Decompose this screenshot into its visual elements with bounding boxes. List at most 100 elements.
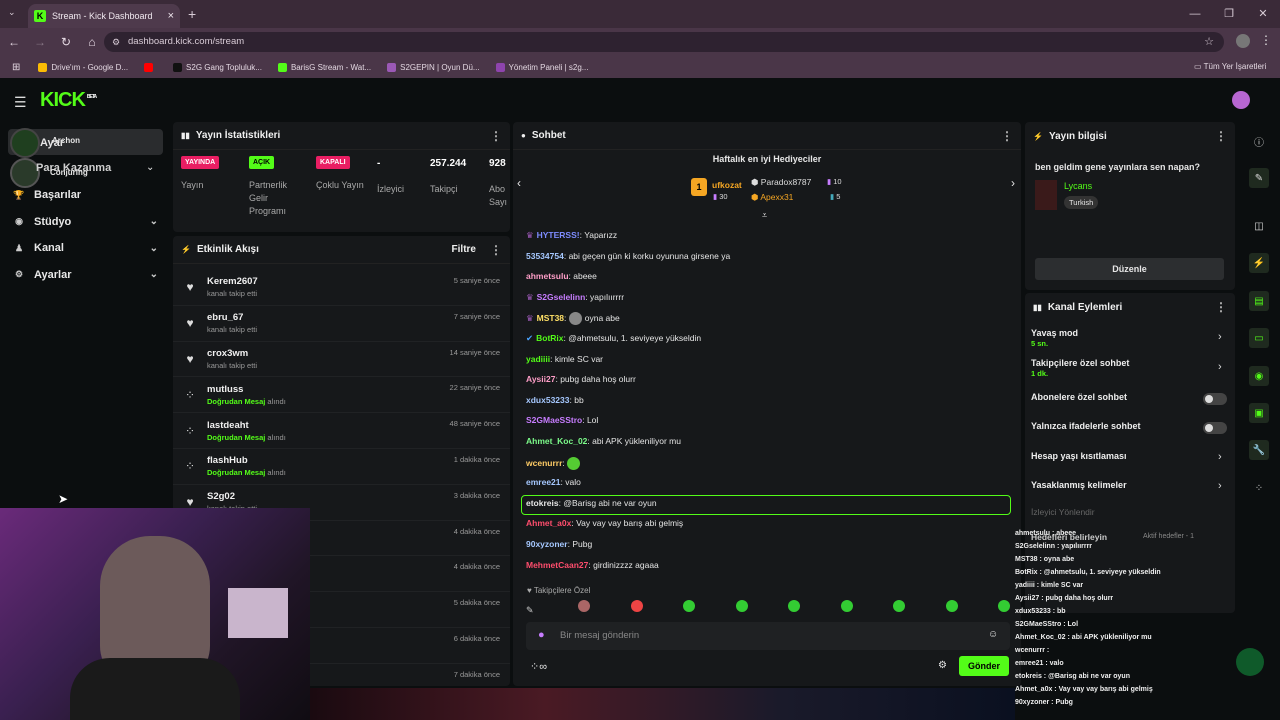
url-field[interactable]: ⚙ dashboard.kick.com/stream ☆ [104, 32, 1224, 52]
send-button[interactable]: Gönder [959, 656, 1009, 676]
filter-button[interactable]: Filtre [452, 244, 476, 255]
emote-icon[interactable] [630, 600, 643, 612]
more-icon[interactable]: ⋮ [1001, 129, 1013, 143]
menu-icon[interactable]: ☰ [14, 94, 27, 111]
sidebar-item-ayarlar[interactable]: ⚙ Ayarlar ⌄ [8, 262, 166, 289]
emote-icon[interactable] [893, 600, 906, 612]
sidebar-item-başarılar[interactable]: 🏆 Başarılar [8, 182, 166, 209]
new-tab-icon[interactable]: + [188, 6, 196, 22]
back-icon[interactable]: ← [2, 35, 26, 49]
bookmark-item[interactable]: BarisG Stream - Wat... [277, 62, 371, 72]
chat-username[interactable]: 90xyzoner [526, 539, 568, 549]
info-icon[interactable]: ⓘ [1249, 131, 1269, 151]
wrench-icon[interactable]: 🔧 [1249, 440, 1269, 460]
chat-username[interactable]: xdux53233 [526, 395, 569, 405]
mic-icon[interactable]: ● [538, 629, 545, 641]
event-user[interactable]: ebru_67 [207, 312, 257, 323]
event-user[interactable]: S2g02 [207, 491, 257, 502]
bookmark-star-icon[interactable]: ☆ [1204, 32, 1214, 52]
more-icon[interactable]: ⋮ [490, 129, 502, 143]
event-user[interactable]: mutluss [207, 384, 286, 395]
action-row[interactable]: Yasaklanmış kelimeler [1031, 480, 1127, 490]
edit-icon[interactable]: ✎ [1249, 168, 1269, 188]
sidebar-item-kanal[interactable]: ♟ Kanal ⌄ [8, 235, 166, 262]
forward-icon[interactable]: → [28, 35, 52, 49]
chat-input[interactable]: ● Bir mesaj gönderin ☺ [526, 622, 1010, 650]
chat-username[interactable]: Ahmet_Koc_02 [526, 436, 587, 446]
chevron-right-icon[interactable]: › [1218, 361, 1222, 373]
emote-icon[interactable] [840, 600, 853, 612]
chat-username[interactable]: yadiiii [526, 354, 550, 364]
chat-icon[interactable]: ▭ [1249, 328, 1269, 348]
chevron-down-icon[interactable]: ⌄ [146, 162, 154, 173]
tab-close-icon[interactable]: × [168, 10, 174, 22]
action-row[interactable]: Abonelere özel sohbet [1031, 392, 1127, 402]
chat-username[interactable]: ahmetsulu [526, 271, 569, 281]
more-icon[interactable]: ⋮ [490, 243, 502, 257]
action-row[interactable]: Yalnızca ifadelerle sohbet [1031, 421, 1141, 431]
chevron-down-icon[interactable]: ⌄ [150, 269, 158, 280]
apps-grid-icon[interactable]: ⊞ [12, 62, 20, 73]
emote-icon[interactable] [945, 600, 958, 612]
bookmark-item[interactable]: Yönetim Paneli | s2g... [495, 62, 588, 72]
event-user[interactable]: lastdeaht [207, 420, 286, 431]
home-icon[interactable]: ⌂ [80, 35, 104, 49]
bookmark-item[interactable]: Drive'ım - Google D... [38, 62, 128, 72]
emote-icon[interactable] [788, 600, 801, 612]
chevron-right-icon[interactable]: › [1011, 176, 1015, 190]
site-info-icon[interactable]: ⚙ [112, 32, 120, 52]
chat-username[interactable]: 53534754 [526, 251, 564, 261]
event-user[interactable]: flashHub [207, 455, 286, 466]
more-icon[interactable]: ⋮ [1215, 300, 1227, 314]
close-window-icon[interactable]: ✕ [1246, 0, 1280, 28]
chat-username[interactable]: Aysii27 [526, 374, 555, 384]
emote-icon[interactable] [578, 600, 591, 612]
bolt-icon[interactable]: ⚡ [1249, 253, 1269, 273]
chevron-right-icon[interactable]: › [1218, 480, 1222, 492]
category-link[interactable]: Lycans [1064, 181, 1092, 191]
chat-username[interactable]: S2GMaeSStro [526, 415, 582, 425]
profile-avatar[interactable] [1236, 34, 1250, 48]
collapse-icon[interactable]: ⩡ [762, 210, 767, 221]
chat-username[interactable]: S2Gselelinn [537, 292, 586, 302]
points-icon[interactable]: ⁘∞ [530, 660, 547, 673]
all-bookmarks[interactable]: ▭ Tüm Yer İşaretleri [1194, 62, 1266, 71]
chat-username[interactable]: MehmetCaan27 [526, 560, 588, 570]
chevron-left-icon[interactable]: ‹ [517, 176, 521, 190]
action-row[interactable]: Yavaş mod 5 sn. [1031, 328, 1078, 348]
event-user[interactable]: Kerem2607 [207, 276, 258, 287]
emote-icon[interactable]: ✎ [526, 600, 538, 615]
camera-icon[interactable]: ◫ [1249, 216, 1269, 236]
minimize-icon[interactable]: — [1178, 0, 1212, 28]
event-user[interactable]: crox3wm [207, 348, 257, 359]
chat-username[interactable]: Ahmet_a0x [526, 518, 571, 528]
chat-settings-icon[interactable]: ⚙ [938, 660, 947, 671]
emote-icon[interactable] [735, 600, 748, 612]
bookmark-item[interactable]: S2G Gang Topluluk... [173, 62, 262, 72]
chat-username[interactable]: wcenurrr [526, 457, 562, 467]
points-icon[interactable]: ⁘ [1249, 478, 1269, 498]
chat-username[interactable]: emree21 [526, 477, 561, 487]
bookmark-item[interactable] [144, 62, 157, 72]
gifter-name[interactable]: ⬢ Paradox8787 [751, 177, 811, 188]
chat-username[interactable]: BotRix [536, 333, 563, 343]
browser-tab[interactable]: K Stream - Kick Dashboard × [28, 4, 180, 28]
kick-logo[interactable]: KICK BETA [40, 89, 97, 112]
layout-icon[interactable]: ▣ [1249, 403, 1269, 423]
document-icon[interactable]: ▤ [1249, 291, 1269, 311]
chevron-down-icon[interactable]: ⌄ [150, 243, 158, 254]
emote-icon[interactable] [683, 600, 696, 612]
gifter-name[interactable]: ⬢ Apexx31 [751, 192, 793, 203]
action-row[interactable]: Takipçilere özel sohbet 1 dk. [1031, 358, 1129, 378]
browser-menu-icon[interactable]: ⋮ [1260, 33, 1272, 47]
action-row[interactable]: Hesap yaşı kısıtlaması [1031, 451, 1127, 461]
emoji-icon[interactable]: ☺ [988, 629, 998, 640]
broadcast-icon[interactable]: ◉ [1249, 366, 1269, 386]
chevron-right-icon[interactable]: › [1218, 451, 1222, 463]
chevron-right-icon[interactable]: › [1218, 331, 1222, 343]
chat-username[interactable]: MST38 [537, 313, 564, 323]
edit-button[interactable]: Düzenle [1035, 258, 1224, 280]
more-icon[interactable]: ⋮ [1215, 129, 1227, 143]
chevron-down-icon[interactable]: ⌄ [150, 216, 158, 227]
toggle-switch[interactable] [1203, 393, 1227, 405]
